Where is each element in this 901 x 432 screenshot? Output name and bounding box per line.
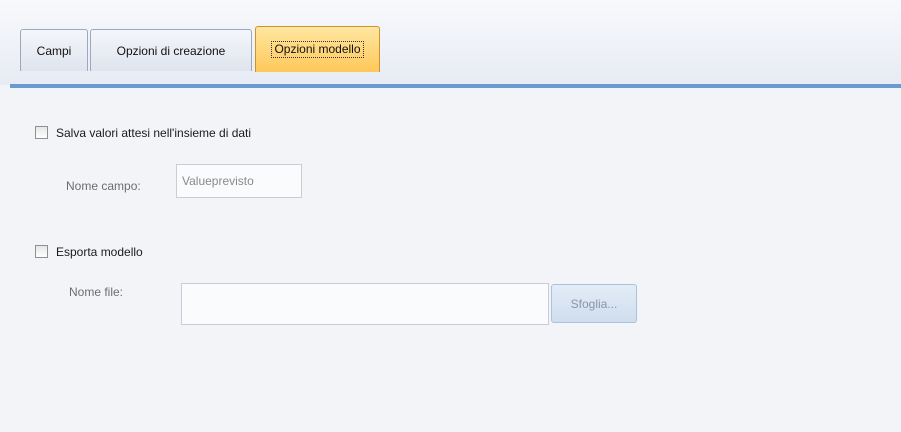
tab-opzioni-di-creazione[interactable]: Opzioni di creazione <box>90 29 252 71</box>
model-options-panel: Salva valori attesi nell'insieme di dati… <box>10 88 901 432</box>
tab-opzioni-modello[interactable]: Opzioni modello <box>255 26 380 72</box>
field-name-input[interactable]: Valueprevisto <box>176 164 302 198</box>
export-model-checkbox[interactable] <box>35 245 48 258</box>
tab-strip: Campi Opzioni di creazione Opzioni model… <box>0 0 901 85</box>
tab-label: Campi <box>36 43 72 58</box>
browse-button-label: Sfoglia... <box>570 296 618 311</box>
tab-campi[interactable]: Campi <box>20 29 88 71</box>
browse-button[interactable]: Sfoglia... <box>551 284 637 323</box>
tab-label: Opzioni di creazione <box>116 43 226 58</box>
save-predicted-label: Salva valori attesi nell'insieme di dati <box>56 126 252 140</box>
tab-label: Opzioni modello <box>271 41 364 58</box>
file-name-label: Nome file: <box>69 285 124 299</box>
save-predicted-checkbox[interactable] <box>35 126 48 139</box>
field-name-label: Nome campo: <box>66 179 141 193</box>
export-model-label: Esporta modello <box>56 245 143 259</box>
file-name-input[interactable] <box>181 283 549 325</box>
